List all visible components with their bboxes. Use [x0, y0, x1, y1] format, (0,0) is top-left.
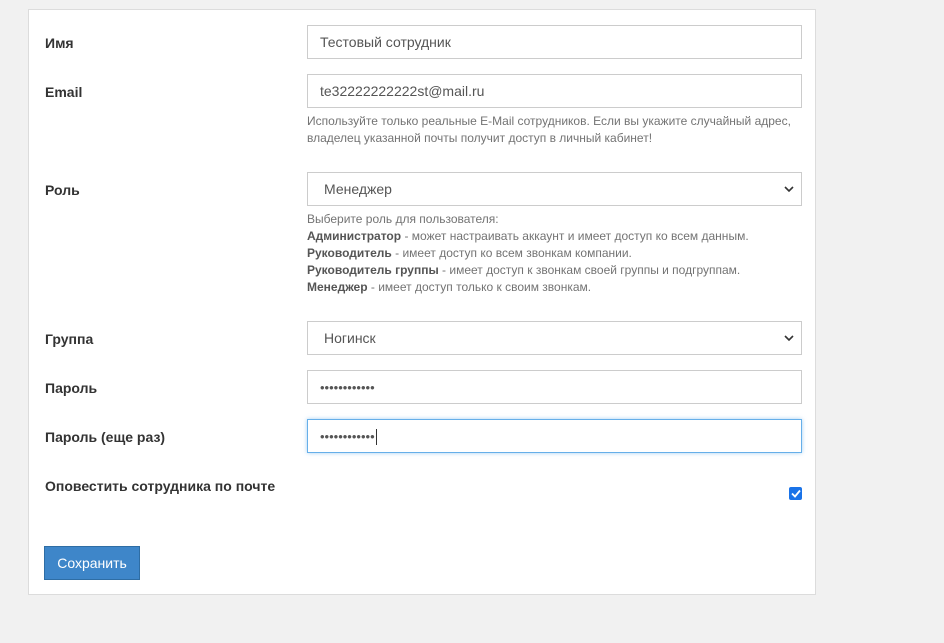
password-repeat-label: Пароль (еще раз) [45, 429, 166, 445]
text-caret [375, 429, 377, 446]
group-select[interactable]: Ногинск [307, 321, 802, 355]
group-label: Группа [45, 331, 94, 347]
role-select-value: Менеджер [324, 181, 392, 197]
password-input[interactable]: •••••••••••• [307, 370, 802, 404]
name-label: Имя [45, 35, 74, 51]
save-button[interactable]: Сохранить [44, 546, 140, 580]
notify-label: Оповестить сотрудника по почте [45, 478, 276, 494]
name-input[interactable]: Тестовый сотрудник [307, 25, 802, 59]
role-help: Выберите роль для пользователя: Админист… [307, 211, 807, 296]
chevron-down-icon [783, 322, 795, 354]
password-repeat-value: •••••••••••• [320, 429, 375, 444]
group-select-value: Ногинск [324, 330, 376, 346]
notify-checkbox[interactable] [789, 487, 802, 500]
role-label: Роль [45, 182, 80, 198]
email-label: Email [45, 84, 83, 100]
password-label: Пароль [45, 380, 98, 396]
email-input[interactable]: te32222222222st@mail.ru [307, 74, 802, 108]
check-icon [790, 489, 801, 498]
role-select[interactable]: Менеджер [307, 172, 802, 206]
role-help-item: Менеджер - имеет доступ только к своим з… [307, 280, 592, 294]
password-repeat-input[interactable]: •••••••••••• [307, 419, 802, 453]
role-help-item: Руководитель группы - имеет доступ к зво… [307, 263, 741, 277]
chevron-down-icon [783, 173, 795, 205]
role-help-item: Администратор - может настраивать аккаун… [307, 229, 749, 243]
role-help-intro: Выберите роль для пользователя: [307, 212, 499, 226]
employee-form-panel: Имя Тестовый сотрудник Email te322222222… [28, 9, 816, 595]
password-value: •••••••••••• [320, 380, 375, 395]
role-help-item: Руководитель - имеет доступ ко всем звон… [307, 246, 632, 260]
email-help-text: Используйте только реальные E-Mail сотру… [307, 114, 791, 145]
